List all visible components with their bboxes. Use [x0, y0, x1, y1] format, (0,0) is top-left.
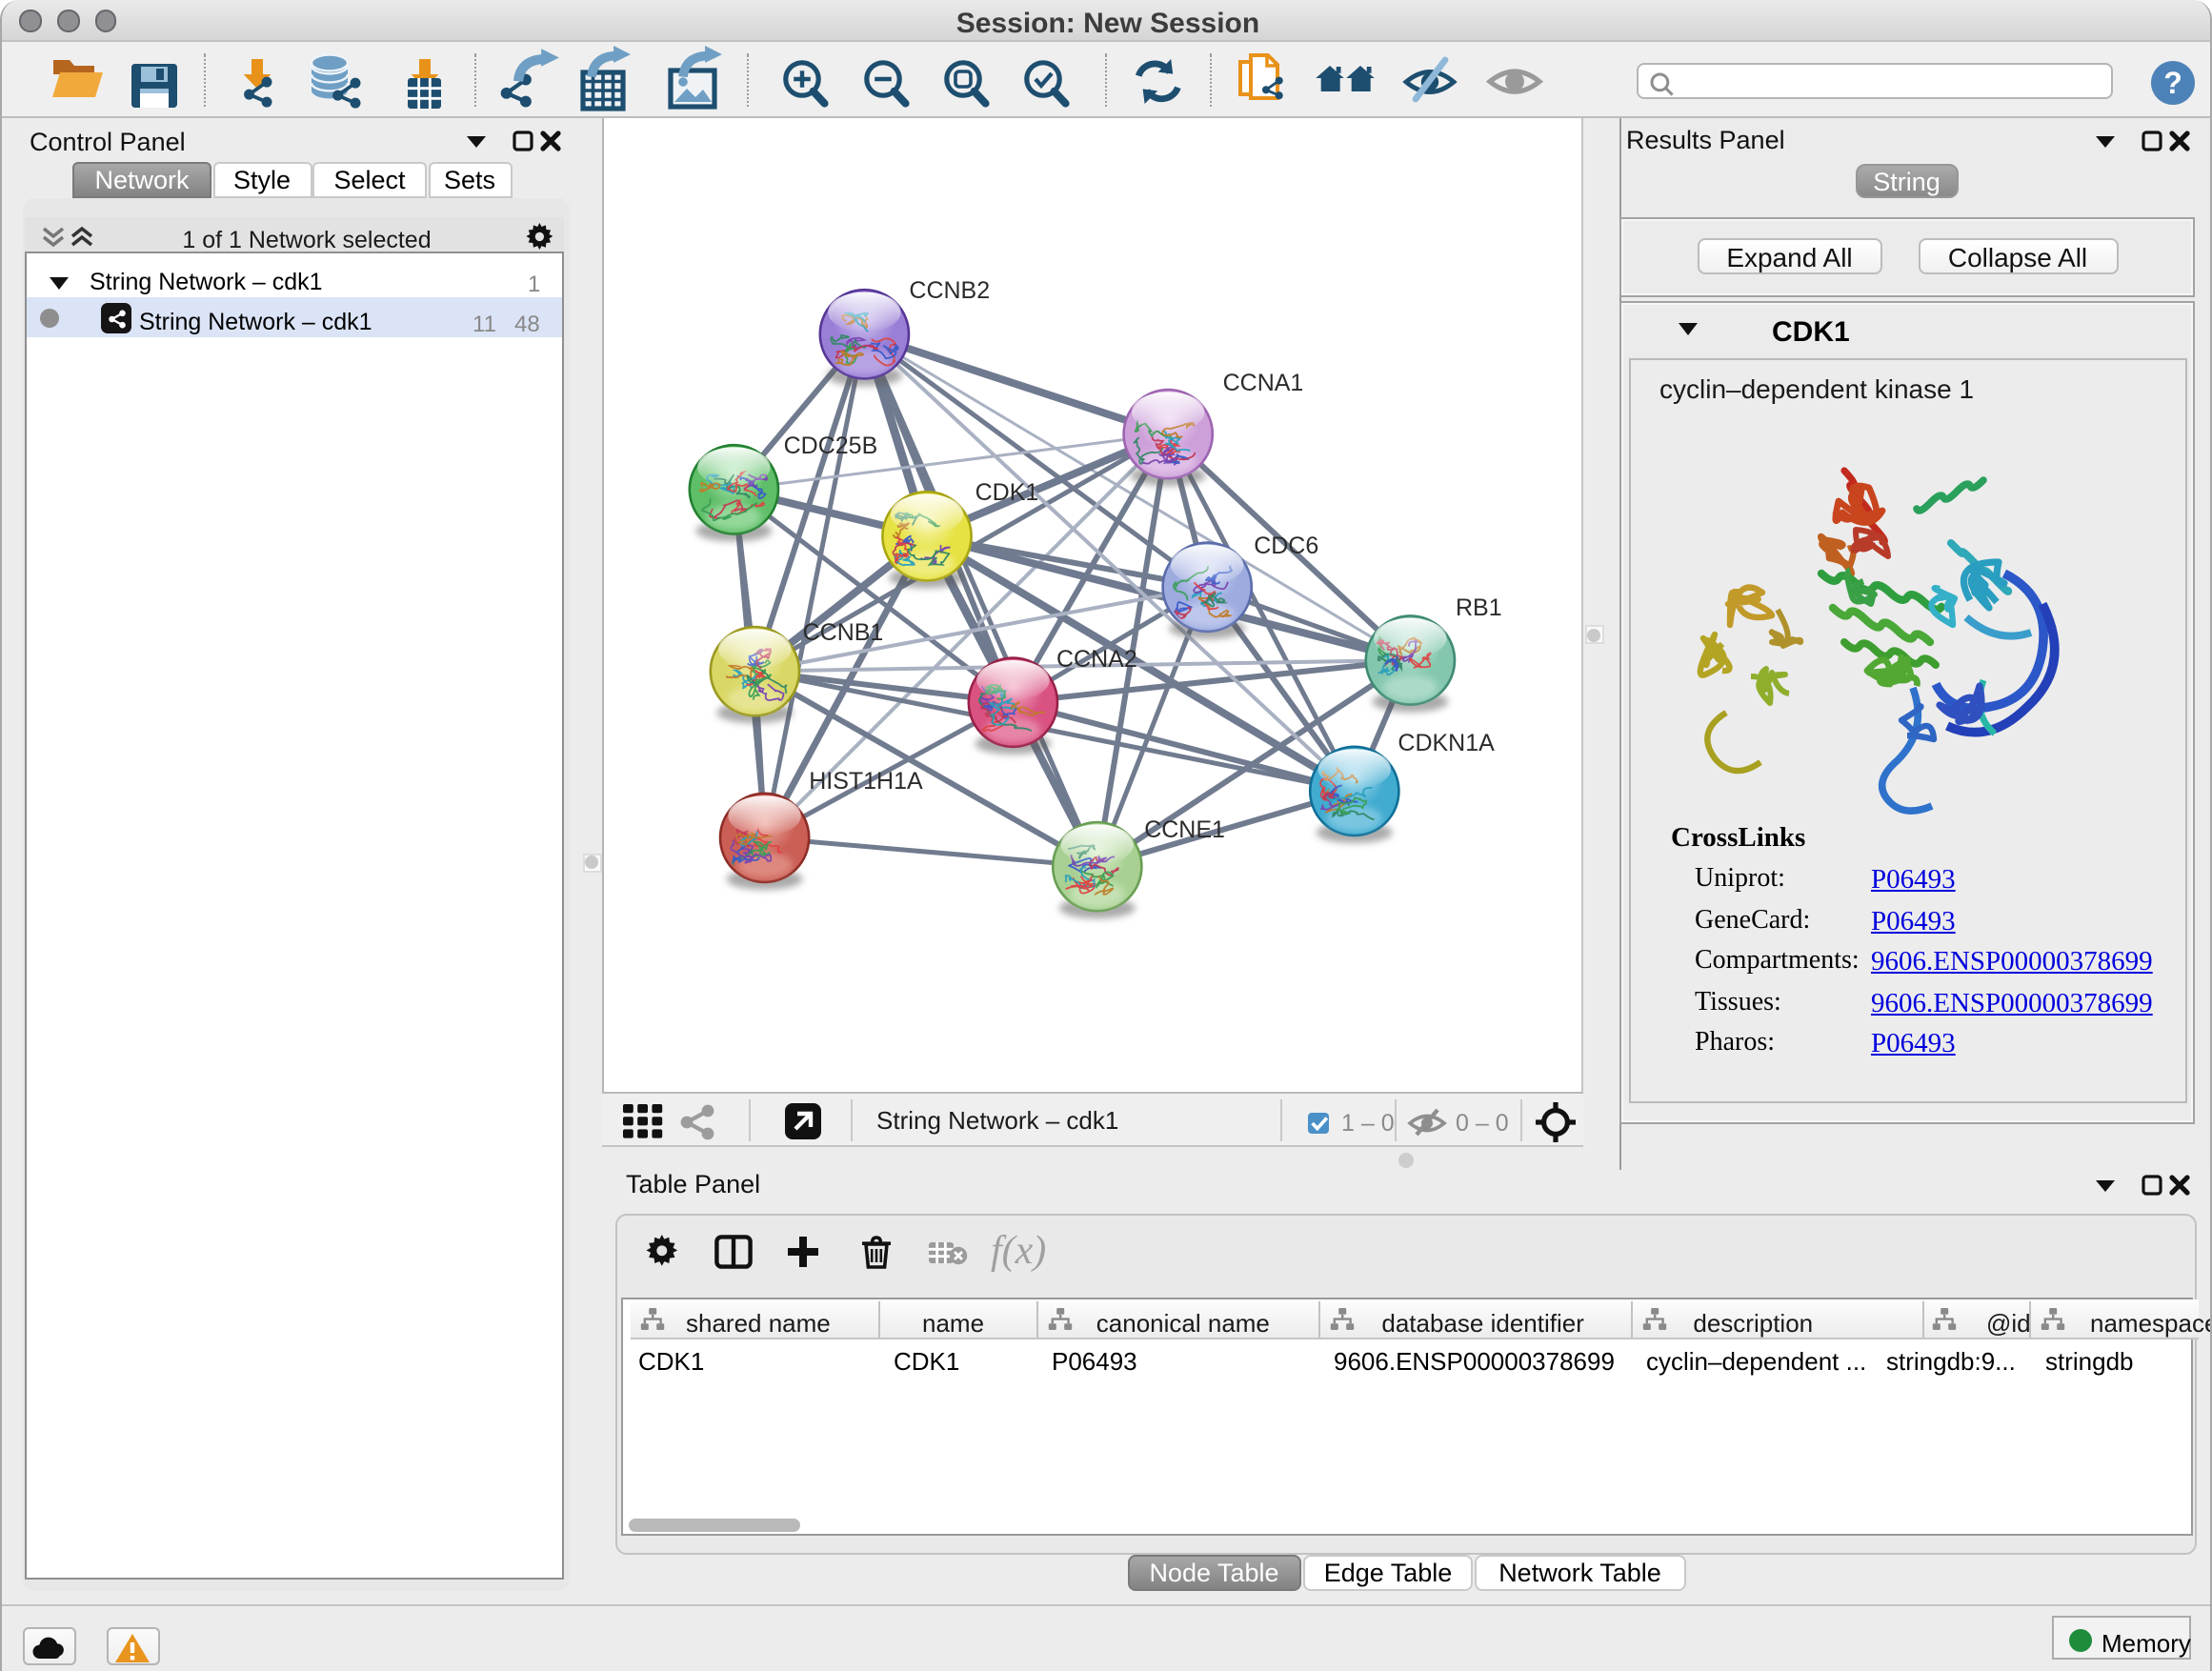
svg-text:1 – 0: 1 – 0: [1341, 1109, 1395, 1136]
svg-text:String Network – cdk1: String Network – cdk1: [876, 1105, 1118, 1134]
svg-text:CDKN1A: CDKN1A: [1398, 730, 1495, 756]
svg-text:CCNB2: CCNB2: [909, 277, 990, 304]
svg-text:CCNA1: CCNA1: [1223, 370, 1304, 396]
svg-text:0 – 0: 0 – 0: [1456, 1109, 1509, 1136]
svg-text:CCNA2: CCNA2: [1056, 646, 1137, 673]
svg-text:CDC6: CDC6: [1254, 533, 1318, 559]
svg-text:RB1: RB1: [1456, 594, 1502, 621]
svg-text:CDK1: CDK1: [975, 479, 1039, 506]
svg-text:CCNE1: CCNE1: [1144, 816, 1225, 843]
svg-text:CDC25B: CDC25B: [784, 433, 878, 459]
svg-text:CCNB1: CCNB1: [803, 619, 884, 646]
svg-text:HIST1H1A: HIST1H1A: [809, 768, 923, 795]
svg-text:?: ?: [2162, 66, 2182, 100]
